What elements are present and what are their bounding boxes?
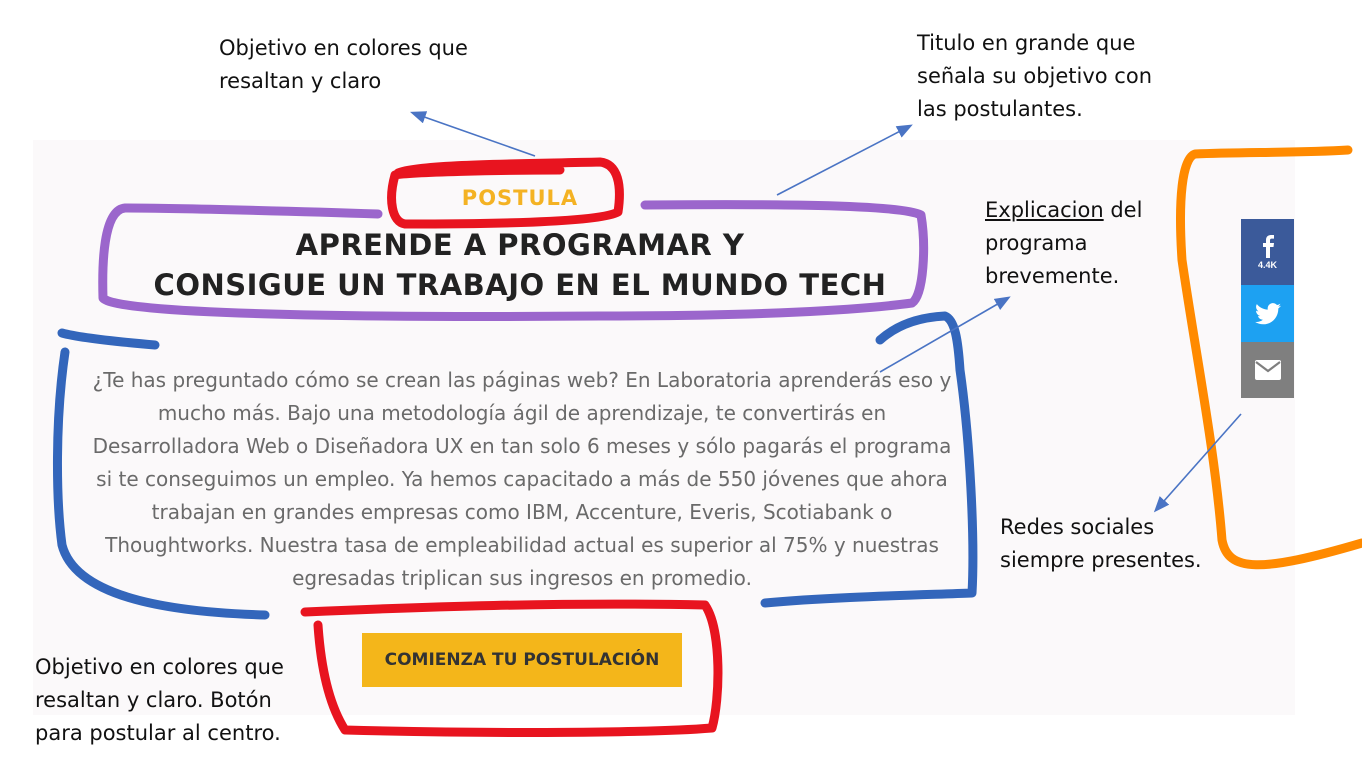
annotation-eyebrow-note: Objetivo en colores que resaltan y claro	[219, 36, 468, 93]
twitter-share-button[interactable]	[1241, 285, 1294, 342]
program-description: ¿Te has preguntado cómo se crean las pág…	[62, 364, 982, 595]
twitter-icon	[1254, 302, 1281, 324]
email-share-button[interactable]	[1241, 342, 1294, 398]
description-line: si te conseguimos un empleo. Ya hemos ca…	[96, 467, 948, 491]
start-application-button[interactable]: COMIENZA TU POSTULACIÓN	[362, 633, 682, 687]
envelope-icon	[1254, 360, 1281, 380]
facebook-icon	[1262, 235, 1274, 258]
annotation-explanation-note: Explicacion del programa brevemente.	[985, 194, 1142, 293]
section-eyebrow: POSTULA	[461, 186, 579, 210]
description-line: Desarrolladora Web o Diseñadora UX en ta…	[92, 434, 952, 458]
page-title-line-2: CONSIGUE UN TRABAJO EN EL MUNDO TECH	[153, 268, 887, 302]
description-line: Thoughtworks. Nuestra tasa de empleabili…	[105, 533, 939, 557]
annotation-social-note: Redes sociales siempre presentes.	[1000, 515, 1202, 572]
description-line: egresadas triplican sus ingresos en prom…	[292, 566, 752, 590]
facebook-share-count: 4.4K	[1257, 260, 1277, 270]
facebook-share-button[interactable]: 4.4K	[1241, 219, 1294, 285]
annotation-explanation-word: Explicacion	[985, 198, 1104, 222]
annotation-cta-note: Objetivo en colores que resaltan y claro…	[35, 655, 284, 745]
description-line: trabajan en grandes empresas como IBM, A…	[151, 500, 893, 524]
description-line: mucho más. Bajo una metodología ágil de …	[157, 401, 887, 425]
annotation-title-note: Titulo en grande que señala su objetivo …	[917, 31, 1152, 121]
page-title-line-1: APRENDE A PROGRAMAR Y	[295, 228, 745, 262]
description-line: ¿Te has preguntado cómo se crean las pág…	[92, 368, 952, 392]
